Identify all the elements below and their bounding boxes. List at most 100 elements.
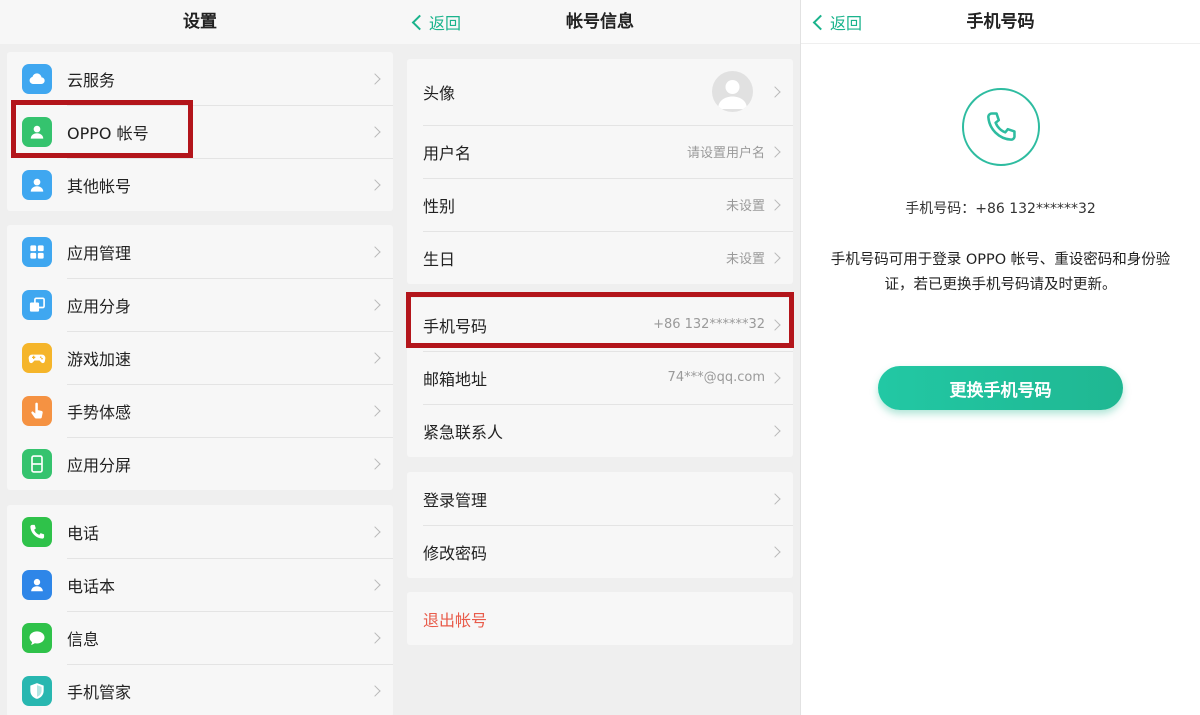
phone-number-text: 手机号码：+86 132******32	[905, 201, 1096, 217]
settings-item-label: 电话	[67, 523, 100, 543]
settings-panel: 设置 云服务 OPPO 帐号 其他帐号 应用管理 应用分身 游戏加速 手势体感 …	[0, 0, 400, 715]
chevron-right-icon	[769, 318, 781, 331]
account-item-value: 未设置	[725, 252, 765, 267]
chevron-right-icon	[369, 684, 381, 697]
chevron-right-icon	[369, 72, 381, 85]
gesture-icon	[22, 395, 52, 426]
settings-item-label: 手机管家	[67, 682, 132, 702]
settings-item-messages[interactable]: 信息	[7, 611, 393, 664]
chevron-right-icon	[369, 457, 381, 470]
settings-item-label: 应用分屏	[67, 455, 132, 475]
account-panel: 返回 帐号信息 头像 用户名 请设置用户名 性别 未设置 生日 未设置 手机号码…	[400, 0, 800, 715]
chevron-right-icon	[369, 404, 381, 417]
clone-icon	[22, 289, 52, 320]
account-item-value: +86 132******32	[653, 317, 765, 332]
page-title: 设置	[183, 12, 217, 32]
gamepad-icon	[22, 342, 52, 373]
chevron-right-icon	[369, 178, 381, 191]
account-item-label: 用户名	[423, 143, 472, 163]
settings-item-contacts[interactable]: 电话本	[7, 558, 393, 611]
phone-description: 手机号码可用于登录 OPPO 帐号、重设密码和身份验证，若已更换手机号码请及时更…	[830, 252, 1171, 293]
settings-item-label: 信息	[67, 629, 100, 649]
settings-item-split-screen[interactable]: 应用分屏	[7, 437, 393, 490]
settings-item-phone[interactable]: 电话	[7, 505, 393, 558]
logout-label: 退出帐号	[423, 610, 488, 630]
account-item-emergency-contact[interactable]: 紧急联系人	[407, 404, 793, 457]
chevron-right-icon	[369, 298, 381, 311]
chevron-right-icon	[369, 525, 381, 538]
settings-item-label: 其他帐号	[67, 176, 132, 196]
account-group-profile: 头像 用户名 请设置用户名 性别 未设置 生日 未设置	[407, 59, 793, 284]
phone-panel: 返回 手机号码 手机号码：+86 132******32 手机号码可用于登录 O…	[800, 0, 1200, 715]
message-icon	[22, 622, 52, 653]
account-item-avatar[interactable]: 头像	[407, 59, 793, 125]
settings-item-oppo-account[interactable]: OPPO 帐号	[7, 105, 393, 158]
logout-button[interactable]: 退出帐号	[407, 592, 793, 645]
settings-group-apps: 应用管理 应用分身 游戏加速 手势体感 应用分屏	[7, 225, 393, 490]
chevron-right-icon	[769, 424, 781, 437]
settings-item-game-boost[interactable]: 游戏加速	[7, 331, 393, 384]
settings-item-gestures[interactable]: 手势体感	[7, 384, 393, 437]
chevron-right-icon	[769, 371, 781, 384]
settings-group-accounts: 云服务 OPPO 帐号 其他帐号	[7, 52, 393, 211]
settings-item-label: 云服务	[67, 70, 116, 90]
settings-item-label: 手势体感	[67, 402, 132, 422]
chevron-right-icon	[769, 251, 781, 264]
grid-icon	[22, 236, 52, 267]
settings-item-app-management[interactable]: 应用管理	[7, 225, 393, 278]
account-item-value: 请设置用户名	[686, 146, 765, 161]
account-item-label: 头像	[423, 84, 456, 103]
contacts-icon	[22, 569, 52, 600]
settings-item-phone-manager[interactable]: 手机管家	[7, 664, 393, 715]
settings-group-system: 电话 电话本 信息 手机管家	[7, 505, 393, 715]
settings-item-label: 游戏加速	[67, 349, 132, 369]
account-item-gender[interactable]: 性别 未设置	[407, 178, 793, 231]
settings-titlebar: 设置	[0, 0, 400, 44]
account-item-birthday[interactable]: 生日 未设置	[407, 231, 793, 284]
shield-icon	[22, 675, 52, 706]
account-item-change-password[interactable]: 修改密码	[407, 525, 793, 578]
change-phone-button[interactable]: 更换手机号码	[878, 366, 1123, 410]
settings-item-label: OPPO 帐号	[67, 123, 149, 143]
split-screen-icon	[22, 448, 52, 479]
account-item-label: 登录管理	[423, 490, 488, 510]
account-item-label: 生日	[423, 249, 456, 269]
phone-titlebar: 返回 手机号码	[801, 0, 1200, 44]
account-item-phone-number[interactable]: 手机号码 +86 132******32	[407, 298, 793, 351]
chevron-right-icon	[369, 245, 381, 258]
chevron-right-icon	[769, 545, 781, 558]
account-titlebar: 返回 帐号信息	[400, 0, 800, 44]
account-group-security: 登录管理 修改密码	[407, 472, 793, 578]
account-item-label: 邮箱地址	[423, 369, 488, 389]
chevron-right-icon	[769, 86, 781, 98]
settings-item-other-accounts[interactable]: 其他帐号	[7, 158, 393, 211]
page-title: 手机号码	[966, 12, 1035, 32]
page-title: 帐号信息	[566, 12, 634, 32]
chevron-right-icon	[369, 125, 381, 138]
account-item-label: 修改密码	[423, 543, 488, 563]
account-item-label: 紧急联系人	[423, 422, 504, 442]
settings-item-cloud[interactable]: 云服务	[7, 52, 393, 105]
avatar	[712, 71, 753, 112]
settings-item-app-clone[interactable]: 应用分身	[7, 278, 393, 331]
chevron-right-icon	[769, 198, 781, 211]
account-item-username[interactable]: 用户名 请设置用户名	[407, 125, 793, 178]
chevron-right-icon	[369, 631, 381, 644]
account-item-value: 74***@qq.com	[667, 370, 765, 385]
chevron-right-icon	[769, 492, 781, 505]
phone-icon	[22, 516, 52, 547]
settings-item-label: 应用分身	[67, 296, 132, 316]
account-group-logout: 退出帐号	[407, 592, 793, 645]
user-icon	[22, 116, 52, 147]
account-item-login-management[interactable]: 登录管理	[407, 472, 793, 525]
chevron-right-icon	[769, 145, 781, 158]
account-item-value: 未设置	[725, 199, 765, 214]
settings-item-label: 应用管理	[67, 243, 132, 263]
account-item-label: 手机号码	[423, 316, 488, 336]
account-item-label: 性别	[423, 196, 456, 216]
phone-icon	[962, 88, 1040, 166]
account-group-contact: 手机号码 +86 132******32 邮箱地址 74***@qq.com 紧…	[407, 298, 793, 457]
account-item-email[interactable]: 邮箱地址 74***@qq.com	[407, 351, 793, 404]
settings-item-label: 电话本	[67, 576, 116, 596]
cloud-icon	[22, 63, 52, 94]
